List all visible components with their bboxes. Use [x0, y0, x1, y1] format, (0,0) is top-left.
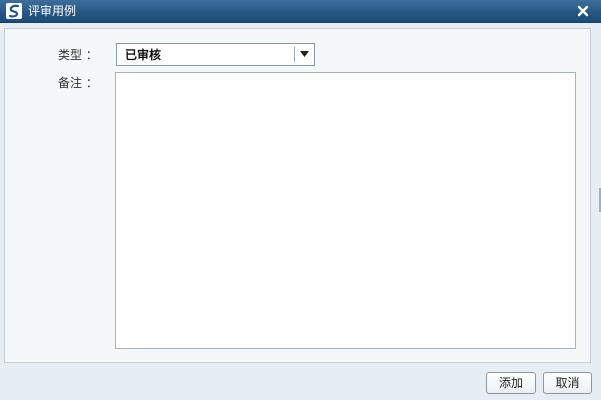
close-icon[interactable] [575, 3, 591, 19]
chevron-down-icon[interactable] [300, 51, 309, 58]
review-case-dialog: 评审用例 类型 ： 已审核 备注 ： 添加 取消 [0, 0, 601, 400]
window-title: 评审用例 [28, 4, 77, 18]
remark-textarea[interactable] [115, 72, 576, 349]
add-button[interactable]: 添加 [486, 372, 536, 394]
remark-label: 备注 ： [58, 76, 98, 90]
type-label: 类型 ： [58, 48, 98, 62]
form-panel: 类型 ： 已审核 备注 ： [4, 28, 591, 363]
cancel-button[interactable]: 取消 [543, 372, 592, 394]
app-logo-icon [6, 3, 22, 19]
select-divider [294, 47, 295, 62]
type-select-value: 已审核 [125, 48, 162, 62]
type-select[interactable]: 已审核 [116, 43, 315, 66]
title-bar[interactable]: 评审用例 [0, 0, 601, 23]
